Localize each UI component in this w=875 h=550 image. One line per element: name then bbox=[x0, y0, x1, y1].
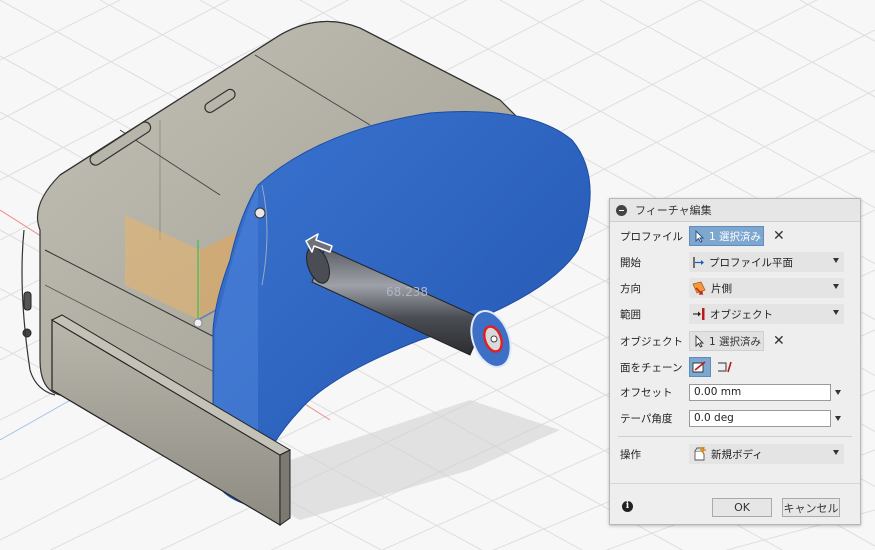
chevron-down-icon bbox=[833, 284, 839, 289]
object-label: オブジェクト bbox=[620, 335, 683, 348]
offset-label: オフセット bbox=[620, 386, 673, 399]
origin-point bbox=[193, 318, 203, 328]
chevron-down-icon[interactable] bbox=[835, 389, 841, 395]
chevron-down-icon bbox=[833, 450, 839, 455]
dimension-value[interactable]: 68.238 bbox=[386, 285, 428, 299]
dialog-title: フィーチャ編集 bbox=[635, 204, 712, 217]
direction-value: 片側 bbox=[711, 282, 732, 295]
object-value: 1 選択済み bbox=[709, 335, 762, 348]
chain-faces-icon bbox=[692, 361, 706, 373]
collapse-icon[interactable] bbox=[616, 204, 627, 216]
extent-value: オブジェクト bbox=[710, 308, 773, 321]
offset-row: オフセット 0.00 mm bbox=[610, 380, 860, 404]
profile-label: プロファイル bbox=[620, 230, 683, 243]
direction-dropdown[interactable]: 片側 bbox=[689, 278, 844, 298]
profile-plane-icon bbox=[693, 256, 704, 268]
feature-edit-dialog: フィーチャ編集 プロファイル 1 選択済み ✕ 開始 プロファイル平面 方向 片… bbox=[609, 198, 861, 525]
clear-profile-icon[interactable]: ✕ bbox=[773, 228, 785, 244]
extent-dropdown[interactable]: オブジェクト bbox=[689, 304, 844, 324]
direction-row: 方向 片側 bbox=[610, 276, 860, 300]
profile-value: 1 選択済み bbox=[709, 230, 762, 243]
cursor-select-icon bbox=[695, 334, 705, 348]
no-chain-icon bbox=[718, 361, 732, 373]
start-dropdown[interactable]: プロファイル平面 bbox=[689, 252, 844, 272]
footer-divider bbox=[610, 483, 860, 484]
chain-faces-on-toggle[interactable] bbox=[689, 357, 711, 377]
arc-handle[interactable] bbox=[254, 207, 266, 219]
ok-button[interactable]: OK bbox=[712, 498, 772, 517]
taper-row: テーパ角度 0.0 deg bbox=[610, 406, 860, 430]
cursor-select-icon bbox=[695, 229, 705, 243]
extent-row: 範囲 オブジェクト bbox=[610, 302, 860, 326]
chevron-down-icon bbox=[833, 310, 839, 315]
new-body-icon bbox=[694, 446, 706, 460]
section-divider bbox=[618, 436, 852, 437]
to-object-icon bbox=[693, 308, 705, 320]
extent-label: 範囲 bbox=[620, 308, 641, 321]
side-port bbox=[23, 291, 32, 311]
taper-input[interactable]: 0.0 deg bbox=[689, 409, 831, 427]
direction-label: 方向 bbox=[620, 282, 641, 295]
taper-label: テーパ角度 bbox=[620, 412, 673, 425]
object-row: オブジェクト 1 選択済み ✕ bbox=[610, 329, 860, 353]
profile-select-button[interactable]: 1 選択済み bbox=[689, 226, 764, 246]
one-side-icon bbox=[692, 281, 706, 295]
side-hole bbox=[22, 328, 32, 338]
clear-object-icon[interactable]: ✕ bbox=[773, 333, 785, 349]
object-select-button[interactable]: 1 選択済み bbox=[689, 331, 764, 351]
start-value: プロファイル平面 bbox=[709, 256, 793, 269]
start-row: 開始 プロファイル平面 bbox=[610, 250, 860, 274]
chain-faces-off-toggle[interactable] bbox=[714, 357, 736, 377]
operation-row: 操作 新規ボディ bbox=[610, 442, 860, 466]
chevron-down-icon[interactable] bbox=[835, 415, 841, 421]
info-icon[interactable]: i bbox=[622, 501, 633, 512]
cancel-button[interactable]: キャンセル bbox=[782, 498, 840, 517]
chain-faces-row: 面をチェーン bbox=[610, 355, 860, 379]
profile-row: プロファイル 1 選択済み ✕ bbox=[610, 224, 860, 248]
operation-value: 新規ボディ bbox=[711, 448, 763, 461]
operation-label: 操作 bbox=[620, 448, 641, 461]
dialog-titlebar[interactable]: フィーチャ編集 bbox=[610, 199, 860, 222]
chevron-down-icon bbox=[833, 258, 839, 263]
start-label: 開始 bbox=[620, 256, 641, 269]
operation-dropdown[interactable]: 新規ボディ bbox=[689, 444, 844, 464]
chain-faces-label: 面をチェーン bbox=[620, 361, 683, 374]
offset-input[interactable]: 0.00 mm bbox=[689, 383, 831, 401]
